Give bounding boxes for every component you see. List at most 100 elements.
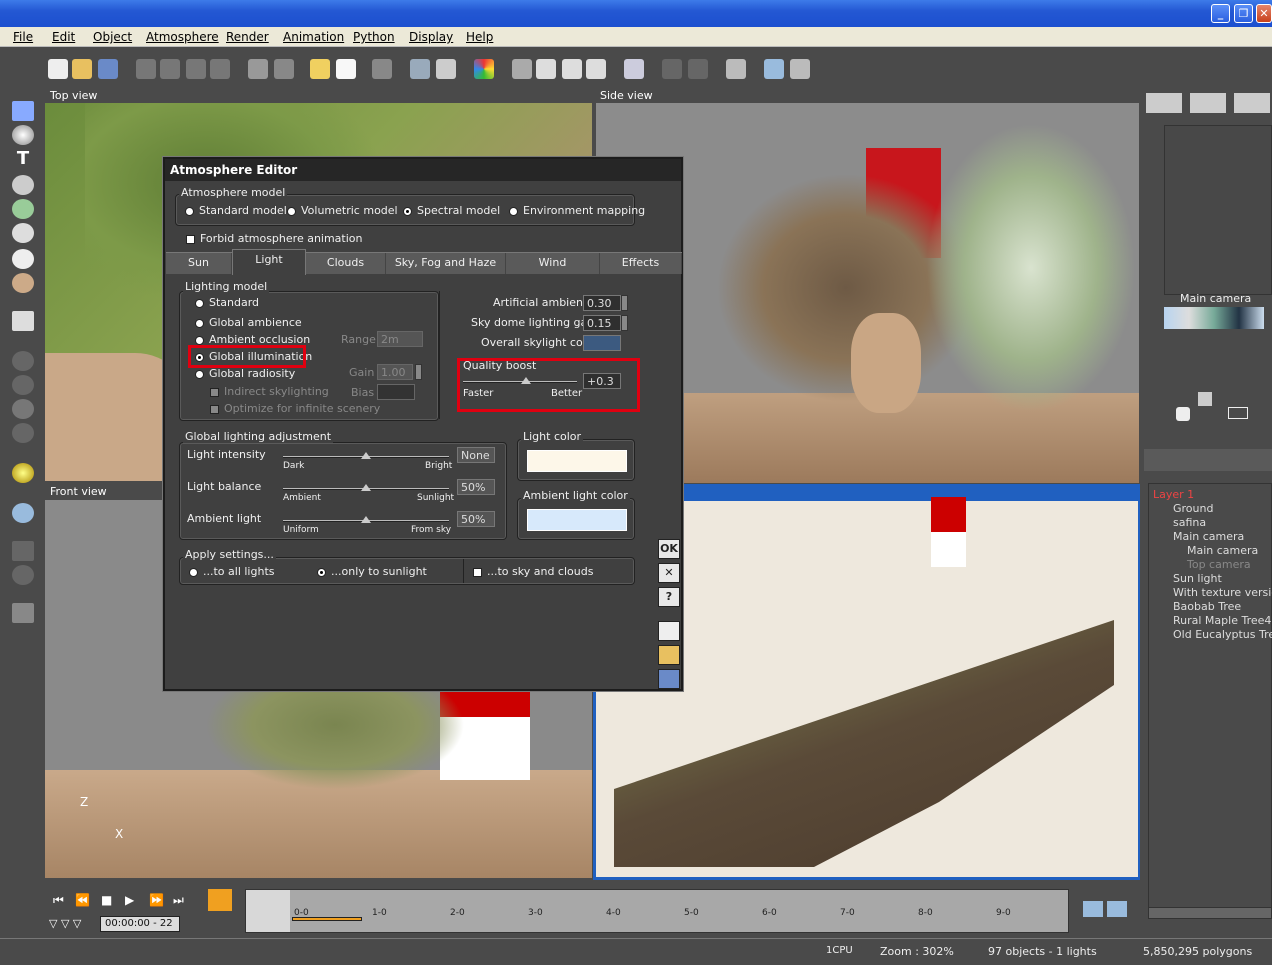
- cube-icon[interactable]: [12, 311, 34, 331]
- tree-item[interactable]: Old Eucalyptus Tree: [1173, 628, 1272, 641]
- standard-lighting-radio[interactable]: [195, 299, 204, 308]
- tree-item[interactable]: Main camera: [1173, 530, 1244, 543]
- gain-spinner[interactable]: [415, 364, 422, 380]
- align-icon[interactable]: [662, 59, 682, 79]
- tree-item[interactable]: Layer 1: [1153, 488, 1194, 501]
- keyframe-toggle-icon[interactable]: [208, 889, 232, 911]
- view-eye-icon[interactable]: [1228, 407, 1248, 419]
- tab-clouds[interactable]: Clouds: [306, 253, 386, 274]
- apply-sky-clouds-checkbox[interactable]: [473, 568, 482, 577]
- light-intensity-thumb[interactable]: [361, 452, 371, 459]
- copy-icon[interactable]: [160, 59, 180, 79]
- load-preset-icon[interactable]: [658, 645, 680, 665]
- volumetric-model-radio[interactable]: [287, 207, 296, 216]
- cancel-button[interactable]: ✕: [658, 563, 680, 583]
- cut-icon[interactable]: [136, 59, 156, 79]
- undo-icon[interactable]: [248, 59, 268, 79]
- spectral-model-radio[interactable]: [403, 207, 412, 216]
- tree-item[interactable]: Main camera: [1187, 544, 1258, 557]
- plant-icon[interactable]: [12, 199, 34, 219]
- render-icon[interactable]: [790, 59, 810, 79]
- tree-item[interactable]: Top camera: [1187, 558, 1251, 571]
- sky-dome-gain-spinner[interactable]: [621, 315, 628, 331]
- play-icon[interactable]: ▶: [125, 893, 134, 907]
- rock-icon[interactable]: [12, 223, 34, 243]
- time-field[interactable]: 00:00:00 - 22: [100, 916, 180, 932]
- tree-item[interactable]: Rural Maple Tree4: [1173, 614, 1271, 627]
- menu-python[interactable]: Python: [353, 30, 395, 44]
- camera-icon[interactable]: [12, 503, 34, 523]
- bias-field[interactable]: [377, 384, 415, 400]
- forbid-animation-checkbox[interactable]: [186, 235, 195, 244]
- indirect-skylighting-checkbox[interactable]: [210, 388, 219, 397]
- export-icon[interactable]: [12, 603, 34, 623]
- tree-item[interactable]: safina: [1173, 516, 1206, 529]
- sphere-icon[interactable]: [12, 125, 34, 145]
- artificial-ambience-spinner[interactable]: [621, 295, 628, 311]
- tree-item[interactable]: Baobab Tree: [1173, 600, 1241, 613]
- boolean-icon[interactable]: [12, 375, 34, 395]
- globe-icon[interactable]: [12, 565, 34, 585]
- global-ambience-radio[interactable]: [195, 319, 204, 328]
- tree-item[interactable]: With texture version: [1173, 586, 1272, 599]
- menu-display[interactable]: Display: [409, 30, 453, 44]
- tab-light[interactable]: Light: [232, 249, 306, 275]
- tree-item[interactable]: Ground: [1173, 502, 1213, 515]
- save-icon[interactable]: [98, 59, 118, 79]
- new-preset-icon[interactable]: [658, 621, 680, 641]
- light-icon[interactable]: [12, 463, 34, 483]
- menu-atmosphere[interactable]: Atmosphere: [146, 30, 219, 44]
- tab-effects[interactable]: Effects: [600, 253, 682, 274]
- select-tool-icon[interactable]: [12, 101, 34, 121]
- standard-model-radio[interactable]: [185, 207, 194, 216]
- light-intensity-field[interactable]: None: [457, 447, 495, 463]
- apply-all-lights-radio[interactable]: [189, 568, 198, 577]
- planet-icon[interactable]: [12, 273, 34, 293]
- timeline-track[interactable]: 0-0 1-0 2-0 3-0 4-0 5-0 6-0 7-0 8-0 9-0: [245, 889, 1069, 933]
- tree-scrollbar[interactable]: [1148, 907, 1272, 919]
- global-radiosity-radio[interactable]: [195, 370, 204, 379]
- help-button[interactable]: ?: [658, 587, 680, 607]
- rotate-icon[interactable]: [1198, 392, 1212, 406]
- apply-sunlight-radio[interactable]: [317, 568, 326, 577]
- optimize-infinite-checkbox[interactable]: [210, 405, 219, 414]
- object-icon[interactable]: [372, 59, 392, 79]
- cloud-icon[interactable]: [12, 249, 34, 269]
- camera-path-icon[interactable]: [1083, 901, 1103, 917]
- menu-animation[interactable]: Animation: [283, 30, 344, 44]
- menu-file[interactable]: File: [13, 30, 33, 44]
- stop-icon[interactable]: ■: [101, 893, 112, 907]
- go-start-icon[interactable]: ⏮: [53, 893, 64, 908]
- ambient-occlusion-radio[interactable]: [195, 336, 204, 345]
- ok-button[interactable]: OK: [658, 539, 680, 559]
- metaball-icon[interactable]: [12, 399, 34, 419]
- duplicate-icon[interactable]: [210, 59, 230, 79]
- terrain-icon[interactable]: [410, 59, 430, 79]
- hypertexture-icon[interactable]: [12, 423, 34, 443]
- render-area-icon[interactable]: [764, 59, 784, 79]
- gain-field[interactable]: 1.00: [377, 364, 413, 380]
- zoom-out-icon[interactable]: [586, 59, 606, 79]
- frame-icon[interactable]: [624, 59, 644, 79]
- light-balance-thumb[interactable]: [361, 484, 371, 491]
- menu-render[interactable]: Render: [226, 30, 269, 44]
- camera-preview[interactable]: [1164, 307, 1264, 329]
- clouds-icon[interactable]: [336, 59, 356, 79]
- select-icon[interactable]: [436, 59, 456, 79]
- render-movie-icon[interactable]: [1107, 901, 1127, 917]
- color-icon[interactable]: [474, 59, 494, 79]
- artificial-ambience-field[interactable]: 0.30: [583, 295, 621, 311]
- tab-wind[interactable]: Wind: [506, 253, 600, 274]
- new-file-icon[interactable]: [48, 59, 68, 79]
- zoom-in-icon[interactable]: [562, 59, 582, 79]
- group-icon[interactable]: [12, 351, 34, 371]
- light-color-swatch[interactable]: [527, 450, 627, 472]
- layers-tab-icon[interactable]: [1234, 93, 1270, 113]
- save-preset-icon[interactable]: [658, 669, 680, 689]
- bar-icon[interactable]: [12, 541, 34, 561]
- distribute-icon[interactable]: [688, 59, 708, 79]
- key-filter-icon[interactable]: ▽ ▽ ▽: [49, 917, 81, 930]
- quality-boost-field[interactable]: +0.3: [583, 373, 621, 389]
- range-field[interactable]: 2m: [377, 331, 423, 347]
- terrain-tool-icon[interactable]: [12, 175, 34, 195]
